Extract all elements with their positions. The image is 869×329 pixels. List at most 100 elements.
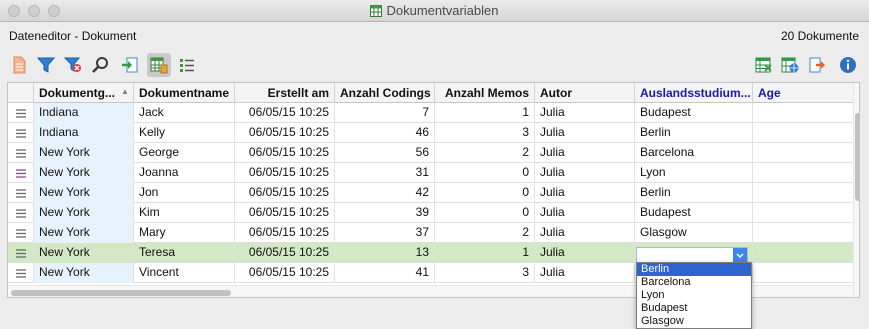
cell-created-at[interactable]: 06/05/15 10:25 xyxy=(235,263,335,283)
combo-dropdown-button[interactable] xyxy=(733,248,747,262)
filter-button[interactable] xyxy=(34,53,58,77)
column-header-document-group[interactable]: Dokumentg... xyxy=(34,83,134,103)
dropdown-option[interactable]: Glasgow xyxy=(637,315,751,328)
list-view-button[interactable] xyxy=(175,53,199,77)
column-header-created-at[interactable]: Erstellt am xyxy=(235,83,335,103)
cell-memos-count[interactable]: 0 xyxy=(435,183,535,203)
cell-document-name[interactable]: Jack xyxy=(134,103,235,123)
dropdown-option[interactable]: Lyon xyxy=(637,289,751,302)
cell-created-at[interactable]: 06/05/15 10:25 xyxy=(235,243,335,263)
cell-codings-count[interactable]: 37 xyxy=(335,223,435,243)
cell-author[interactable]: Julia xyxy=(535,183,635,203)
clear-filter-button[interactable] xyxy=(61,53,85,77)
cell-memos-count[interactable]: 0 xyxy=(435,163,535,183)
cell-author[interactable]: Julia xyxy=(535,163,635,183)
row-handle-icon[interactable] xyxy=(8,143,34,163)
cell-study-abroad[interactable]: Berlin xyxy=(635,123,753,143)
cell-author[interactable]: Julia xyxy=(535,243,635,263)
cell-created-at[interactable]: 06/05/15 10:25 xyxy=(235,163,335,183)
cell-study-abroad[interactable]: Budapest xyxy=(635,203,753,223)
cell-document-name[interactable]: Kelly xyxy=(134,123,235,143)
dropdown-option[interactable]: Berlin xyxy=(637,263,751,276)
cell-author[interactable]: Julia xyxy=(535,203,635,223)
cell-document-group[interactable]: New York xyxy=(34,263,134,283)
cell-author[interactable]: Julia xyxy=(535,103,635,123)
column-header-memos-count[interactable]: Anzahl Memos xyxy=(435,83,535,103)
row-handle-icon[interactable] xyxy=(8,203,34,223)
cell-document-group[interactable]: New York xyxy=(34,243,134,263)
cell-memos-count[interactable]: 1 xyxy=(435,243,535,263)
cell-age[interactable] xyxy=(753,223,853,243)
new-document-button[interactable] xyxy=(7,53,31,77)
cell-created-at[interactable]: 06/05/15 10:25 xyxy=(235,103,335,123)
cell-codings-count[interactable]: 46 xyxy=(335,123,435,143)
vertical-scroll-thumb[interactable] xyxy=(855,113,859,201)
cell-document-name[interactable]: Jon xyxy=(134,183,235,203)
cell-document-name[interactable]: Joanna xyxy=(134,163,235,183)
cell-created-at[interactable]: 06/05/15 10:25 xyxy=(235,203,335,223)
cell-study-abroad[interactable]: Berlin xyxy=(635,183,753,203)
cell-codings-count[interactable]: 7 xyxy=(335,103,435,123)
row-handle-icon[interactable] xyxy=(8,103,34,123)
export-button[interactable] xyxy=(805,53,829,77)
cell-age[interactable] xyxy=(753,163,853,183)
excel-export-button[interactable] xyxy=(752,53,776,77)
search-button[interactable] xyxy=(88,53,112,77)
cell-memos-count[interactable]: 2 xyxy=(435,223,535,243)
column-header-author[interactable]: Autor xyxy=(535,83,635,103)
cell-document-group[interactable]: New York xyxy=(34,183,134,203)
column-header-codings-count[interactable]: Anzahl Codings xyxy=(335,83,435,103)
cell-memos-count[interactable]: 0 xyxy=(435,203,535,223)
table-row[interactable]: Indiana Jack 06/05/15 10:25 7 1 Julia Budapest xyxy=(8,103,859,123)
cell-author[interactable]: Julia xyxy=(535,263,635,283)
cell-codings-count[interactable]: 41 xyxy=(335,263,435,283)
cell-age[interactable] xyxy=(753,263,853,283)
table-row[interactable]: New York Mary 06/05/15 10:25 37 2 Julia Glasgo… xyxy=(8,223,859,243)
cell-author[interactable]: Julia xyxy=(535,143,635,163)
row-handle-icon[interactable] xyxy=(8,183,34,203)
table-row[interactable]: New York Kim 06/05/15 10:25 39 0 Julia Budapes… xyxy=(8,203,859,223)
cell-codings-count[interactable]: 56 xyxy=(335,143,435,163)
table-view-button[interactable] xyxy=(147,53,171,77)
row-handle-icon[interactable] xyxy=(8,123,34,143)
cell-author[interactable]: Julia xyxy=(535,123,635,143)
dropdown-option[interactable]: Barcelona xyxy=(637,276,751,289)
cell-codings-count[interactable]: 13 xyxy=(335,243,435,263)
cell-memos-count[interactable]: 3 xyxy=(435,263,535,283)
cell-codings-count[interactable]: 31 xyxy=(335,163,435,183)
cell-document-group[interactable]: New York xyxy=(34,223,134,243)
cell-document-group[interactable]: Indiana xyxy=(34,103,134,123)
cell-document-name[interactable]: Kim xyxy=(134,203,235,223)
column-header-age[interactable]: Age xyxy=(753,83,853,103)
cell-study-abroad[interactable]: Glasgow xyxy=(635,223,753,243)
cell-document-name[interactable]: Vincent xyxy=(134,263,235,283)
row-handle-icon[interactable] xyxy=(8,263,34,283)
table-row[interactable]: Indiana Kelly 06/05/15 10:25 46 3 Julia Berlin xyxy=(8,123,859,143)
cell-document-group[interactable]: Indiana xyxy=(34,123,134,143)
cell-age[interactable] xyxy=(753,143,853,163)
cell-study-abroad[interactable]: Barcelona xyxy=(635,143,753,163)
cell-document-group[interactable]: New York xyxy=(34,163,134,183)
cell-memos-count[interactable]: 2 xyxy=(435,143,535,163)
cell-created-at[interactable]: 06/05/15 10:25 xyxy=(235,183,335,203)
cell-age[interactable] xyxy=(753,203,853,223)
cell-created-at[interactable]: 06/05/15 10:25 xyxy=(235,223,335,243)
table-row[interactable]: New York Joanna 06/05/15 10:25 31 0 Julia Lyon xyxy=(8,163,859,183)
study-abroad-combo-box[interactable] xyxy=(636,247,748,263)
info-button[interactable] xyxy=(836,53,860,77)
cell-document-name[interactable]: George xyxy=(134,143,235,163)
horizontal-scroll-thumb[interactable] xyxy=(11,290,231,296)
row-handle-icon[interactable] xyxy=(8,163,34,183)
cell-memos-count[interactable]: 1 xyxy=(435,103,535,123)
column-header-study-abroad[interactable]: Auslandsstudium... xyxy=(635,83,753,103)
vertical-scrollbar[interactable] xyxy=(853,83,859,297)
cell-study-abroad[interactable]: Lyon xyxy=(635,163,753,183)
cell-author[interactable]: Julia xyxy=(535,223,635,243)
cell-study-abroad[interactable]: Budapest xyxy=(635,103,753,123)
table-row[interactable]: New York George 06/05/15 10:25 56 2 Julia Barc… xyxy=(8,143,859,163)
html-export-button[interactable] xyxy=(778,53,802,77)
cell-document-group[interactable]: New York xyxy=(34,203,134,223)
cell-codings-count[interactable]: 42 xyxy=(335,183,435,203)
cell-document-group[interactable]: New York xyxy=(34,143,134,163)
cell-document-name[interactable]: Teresa xyxy=(134,243,235,263)
